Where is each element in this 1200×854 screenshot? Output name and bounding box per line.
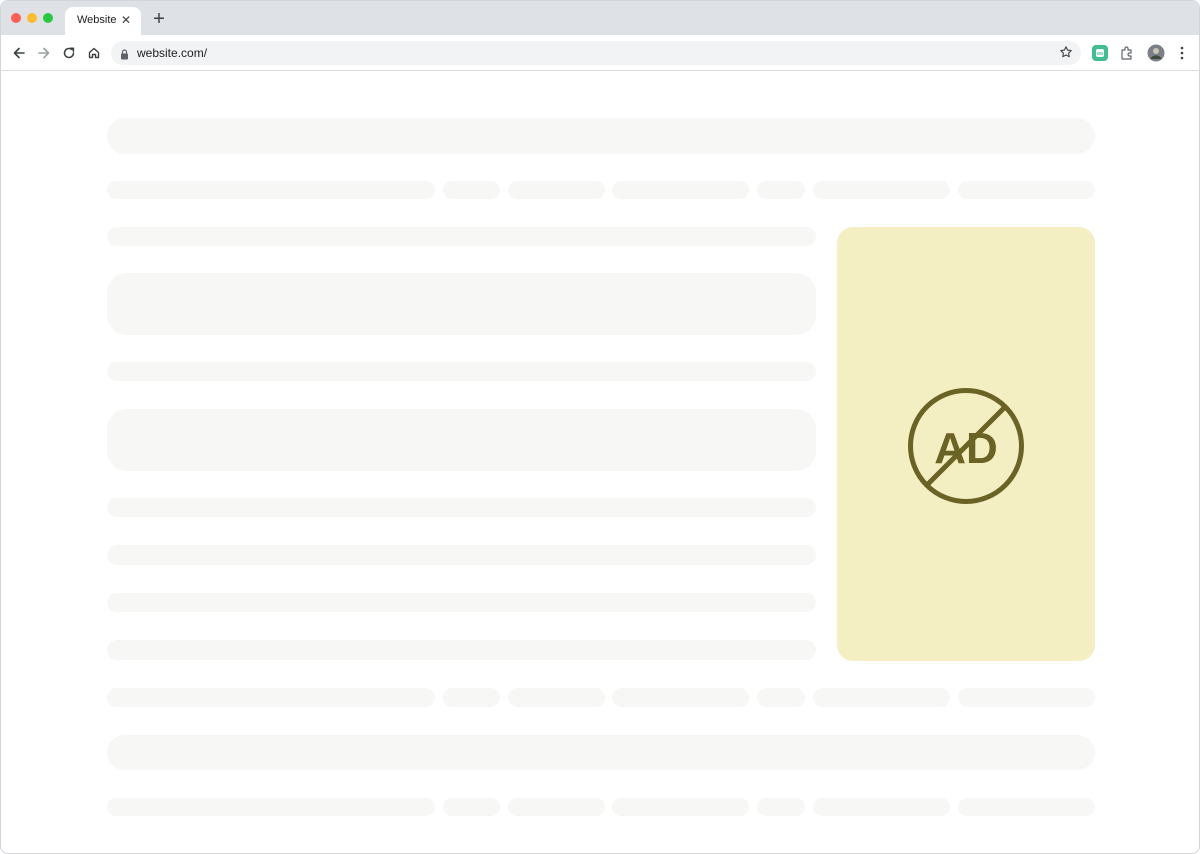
placeholder-nav-item — [958, 181, 1095, 199]
placeholder-footer-bar — [107, 735, 1095, 770]
placeholder-nav-item — [443, 688, 500, 707]
placeholder-nav-item — [757, 798, 805, 816]
browser-window: Website ✕ + website.com/ — [0, 0, 1200, 854]
forward-arrow-icon[interactable] — [34, 43, 54, 63]
placeholder-nav-item — [443, 798, 500, 816]
placeholder-nav-item — [107, 688, 435, 707]
new-tab-button[interactable]: + — [149, 9, 169, 29]
lock-icon — [120, 47, 129, 65]
placeholder-nav-item — [958, 688, 1095, 707]
placeholder-nav-item — [757, 181, 805, 199]
placeholder-nav-item — [508, 688, 605, 707]
window-minimize-button[interactable] — [27, 13, 37, 23]
placeholder-text-line — [107, 545, 816, 565]
placeholder-nav-item — [612, 798, 749, 816]
placeholder-nav-item — [508, 798, 605, 816]
placeholder-block — [107, 273, 816, 335]
url-text: website.com/ — [137, 46, 208, 60]
placeholder-nav-item — [612, 688, 749, 707]
placeholder-block — [107, 409, 816, 471]
tab-strip: Website ✕ + — [1, 1, 1199, 35]
placeholder-nav-item — [107, 798, 435, 816]
page-content: AD — [1, 71, 1199, 853]
tab-close-icon[interactable]: ✕ — [119, 13, 133, 27]
placeholder-text-line — [107, 498, 816, 517]
placeholder-nav-item — [757, 688, 805, 707]
placeholder-nav-item — [107, 181, 435, 199]
kebab-menu-icon[interactable] — [1172, 43, 1192, 63]
extension-badge-icon[interactable] — [1090, 43, 1110, 63]
placeholder-text-line — [107, 227, 816, 246]
window-maximize-button[interactable] — [43, 13, 53, 23]
placeholder-nav-item — [443, 181, 500, 199]
address-bar[interactable]: website.com/ — [111, 41, 1081, 65]
profile-avatar-icon[interactable] — [1146, 43, 1166, 63]
placeholder-nav-item — [813, 688, 950, 707]
placeholder-header-bar — [107, 118, 1095, 154]
reload-icon[interactable] — [59, 43, 79, 63]
browser-toolbar: website.com/ — [1, 35, 1199, 71]
puzzle-icon[interactable] — [1117, 43, 1137, 63]
placeholder-nav-item — [813, 798, 950, 816]
placeholder-nav-item — [508, 181, 605, 199]
placeholder-nav-item — [813, 181, 950, 199]
ad-block: AD — [837, 227, 1095, 661]
placeholder-nav-item — [612, 181, 749, 199]
back-arrow-icon[interactable] — [9, 43, 29, 63]
tab-website[interactable]: Website ✕ — [65, 7, 141, 35]
placeholder-nav-item — [958, 798, 1095, 816]
home-icon[interactable] — [84, 43, 104, 63]
placeholder-text-line — [107, 593, 816, 612]
placeholder-text-line — [107, 640, 816, 660]
tab-title: Website — [77, 14, 117, 26]
window-close-button[interactable] — [11, 13, 21, 23]
star-icon[interactable] — [1059, 45, 1073, 64]
no-ads-icon: AD — [908, 388, 1024, 504]
placeholder-text-line — [107, 362, 816, 381]
